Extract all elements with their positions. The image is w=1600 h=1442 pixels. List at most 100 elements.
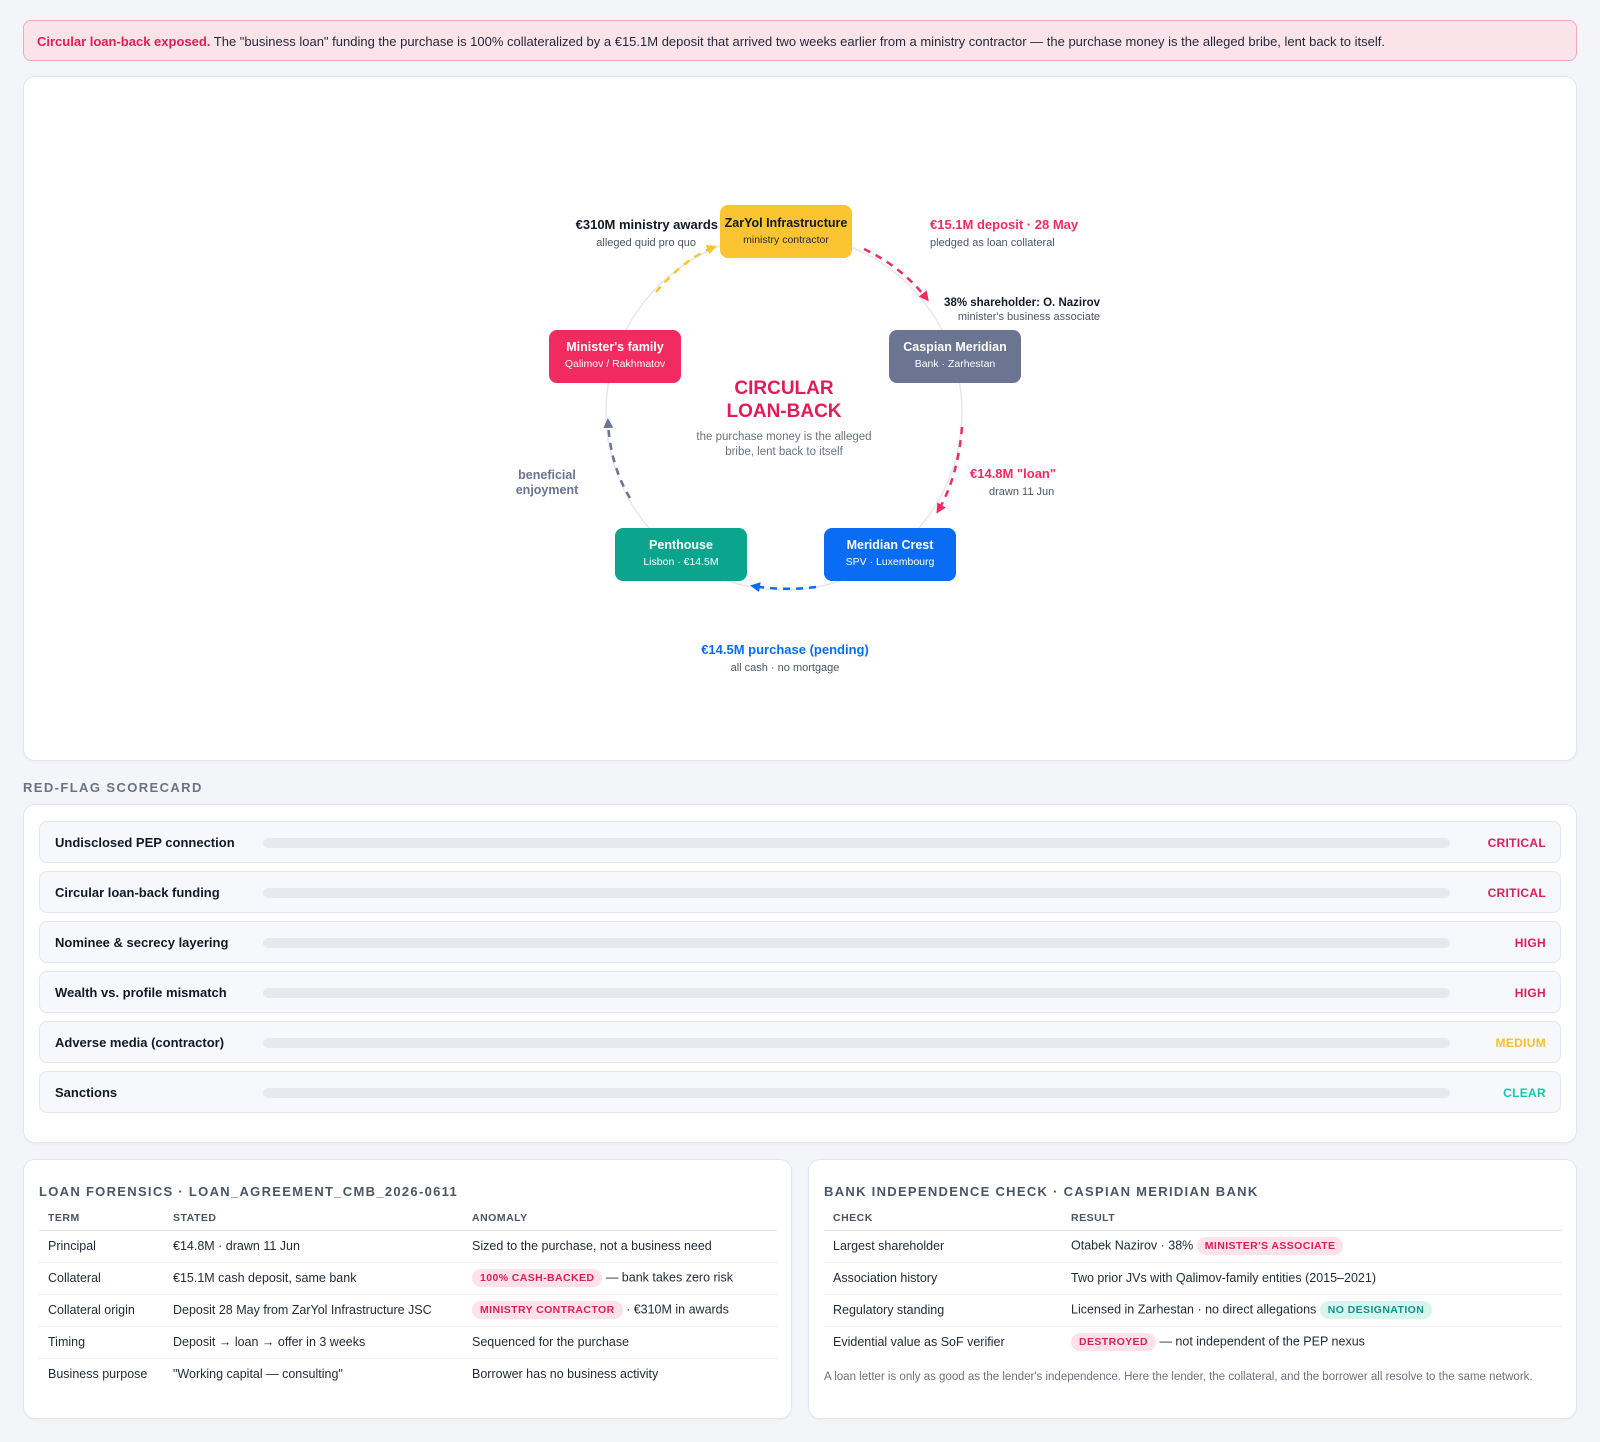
result-cell: DESTROYED — not independent of the PEP n… [1062,1326,1562,1358]
node-penthouse-sub: Lisbon · €14.5M [643,556,718,568]
edge-enjoyment-arrow [603,418,632,499]
node-spv-title: Meridian Crest [847,538,935,552]
flag-level: CRITICAL [1487,836,1546,850]
edge-loan-arrow [936,426,964,514]
table-row: Business purpose "Working capital — consu… [39,1358,777,1390]
result-badge: DESTROYED [1071,1333,1156,1352]
center-title-line2: LOAN-BACK [726,401,841,422]
term-cell: Collateral [39,1262,164,1295]
alert-text: The "business loan" funding the purchase… [213,34,1385,49]
node-contractor-title: ZarYol Infrastructure [725,216,848,230]
node-family-sub: Qalimov / Rakhmatov [565,358,666,370]
node-contractor-sub: ministry contractor [743,234,829,246]
edge-shareholder-sub: minister's business associate [958,311,1100,323]
node-penthouse-box [615,528,747,581]
flag-label: Undisclosed PEP connection [55,835,235,850]
edge-deposit-sub: pledged as loan collateral [930,237,1055,249]
red-flag-scorecard: Undisclosed PEP connection CRITICAL Circul… [23,804,1577,1143]
node-family-box [549,330,681,383]
node-bank-title: Caspian Meridian [903,340,1007,354]
flag-label: Adverse media (contractor) [55,1035,225,1050]
result-badge: MINISTER'S ASSOCIATE [1196,1237,1344,1255]
column-header-result: RESULT [1062,1207,1562,1231]
node-bank-box [889,330,1021,383]
column-header-anomaly: ANOMALY [463,1207,777,1231]
check-cell: Regulatory standing [824,1294,1062,1327]
flag-level: HIGH [1514,936,1546,950]
node-penthouse: Penthouse Lisbon · €14.5M [615,528,747,581]
network-diagram-card: ZarYol Infrastructure ministry contracto… [23,76,1577,761]
loan-forensics-rows: Principal €14.8M · drawn 11 Jun Sized to t… [39,1230,777,1390]
column-header-term: TERM [39,1207,164,1231]
edge-loan-label: €14.8M "loan" [970,466,1056,481]
anomaly-text: Sized to the purchase, not a business ne… [472,1239,712,1253]
edge-loan-sub: drawn 11 Jun [989,486,1054,498]
node-spv-box [824,528,956,581]
loan-forensics-table: TERM STATED ANOMALY Principal €14.8M · dr… [39,1207,777,1390]
flag-level: CLEAR [1503,1086,1546,1100]
circular-loan-back-diagram: ZarYol Infrastructure ministry contracto… [516,205,1101,674]
flag-bar [263,888,1450,898]
result-badge: NO DESIGNATION [1319,1301,1433,1319]
result-note: — not independent of the PEP nexus [1159,1334,1365,1349]
anomaly-cell: Sequenced for the purchase [463,1326,777,1359]
bank-independence-rows: Largest shareholder Otabek Nazirov · 38% … [824,1230,1562,1358]
stated-cell: €14.8M · drawn 11 Jun [164,1230,463,1263]
flag-row: Nominee & secrecy layering HIGH [39,921,1561,963]
scorecard-title: RED-FLAG SCORECARD [23,780,203,795]
alert-title: Circular loan-back exposed. [37,34,211,49]
edge-shareholder-label: 38% shareholder: O. Nazirov [944,297,1101,309]
node-contractor: ZarYol Infrastructure ministry contracto… [720,205,852,258]
flag-level: CRITICAL [1487,886,1546,900]
table-row: Collateral origin Deposit 28 May from Zar… [39,1294,777,1327]
edge-purchase-sub: all cash · no mortgage [731,662,840,674]
anomaly-badge: MINISTRY CONTRACTOR [472,1301,623,1319]
flag-bar [263,838,1450,848]
result-text: Licensed in Zarhestan · no direct allega… [1071,1302,1317,1317]
center-sub-line2: bribe, lent back to itself [725,446,843,458]
bank-note: A loan letter is only as good as the len… [824,1371,1533,1383]
flag-bar [263,938,1450,948]
flag-row: Sanctions CLEAR [39,1071,1561,1113]
table-header-row: TERM STATED ANOMALY [39,1207,777,1231]
anomaly-badge: 100% CASH-BACKED [472,1269,603,1287]
flag-label: Sanctions [55,1085,118,1100]
flag-bar [263,1088,1450,1098]
check-cell: Evidential value as SoF verifier [833,1335,1005,1350]
edge-enjoyment-line1: beneficial [518,468,576,482]
node-family-title: Minister's family [566,340,663,354]
stated-cell: "Working capital — consulting" [173,1367,343,1382]
node-spv: Meridian Crest SPV · Luxembourg [824,528,956,581]
check-cell: Association history [824,1262,1062,1295]
table-row: Regulatory standing Licensed in Zarhestan… [824,1294,1562,1327]
table-row: Association history Two prior JVs with Qa… [824,1262,1562,1295]
node-family: Minister's family Qalimov / Rakhmatov [549,330,681,383]
node-bank-sub: Bank · Zarhestan [915,358,996,370]
term-cell: Principal [39,1230,164,1263]
flag-row: Adverse media (contractor) MEDIUM [39,1021,1561,1063]
center-title-line1: CIRCULAR [734,378,833,399]
flag-row: Undisclosed PEP connection CRITICAL [39,821,1561,863]
node-contractor-box [720,205,852,258]
anomaly-text: · €310M in awards [626,1302,729,1317]
result-text: Two prior JVs with Qalimov-family entiti… [1071,1271,1376,1285]
flag-row: Wealth vs. profile mismatch HIGH [39,971,1561,1013]
edge-awards-sub: alleged quid pro quo [596,237,696,249]
edge-awards-arrow [655,244,717,293]
table-row: Evidential value as SoF verifier DESTROYE… [824,1326,1562,1358]
result-cell: Licensed in Zarhestan · no direct allega… [1062,1294,1562,1327]
stated-cell: Deposit → loan → offer in 3 weeks [164,1326,463,1359]
loan-forensics-title: LOAN FORENSICS · LOAN_AGREEMENT_CMB_2026… [39,1184,458,1199]
node-bank: Caspian Meridian Bank · Zarhestan [889,330,1021,383]
bank-independence-title: BANK INDEPENDENCE CHECK · CASPIAN MERIDI… [824,1184,1259,1199]
bank-independence-table: CHECK RESULT Largest shareholder Otabek N… [824,1207,1562,1358]
table-row: Principal €14.8M · drawn 11 Jun Sized to t… [39,1230,777,1263]
result-cell: Two prior JVs with Qalimov-family entiti… [1062,1262,1562,1295]
flag-bar [263,988,1450,998]
result-cell: Otabek Nazirov · 38% MINISTER'S ASSOCIAT… [1062,1230,1562,1263]
anomaly-text: Sequenced for the purchase [472,1335,630,1349]
flag-level: HIGH [1514,986,1546,1000]
loan-forensics-card: LOAN FORENSICS · LOAN_AGREEMENT_CMB_2026… [23,1159,792,1419]
column-header-check: CHECK [824,1207,1062,1231]
stated-cell: Deposit 28 May from ZarYol Infrastructur… [164,1294,463,1327]
